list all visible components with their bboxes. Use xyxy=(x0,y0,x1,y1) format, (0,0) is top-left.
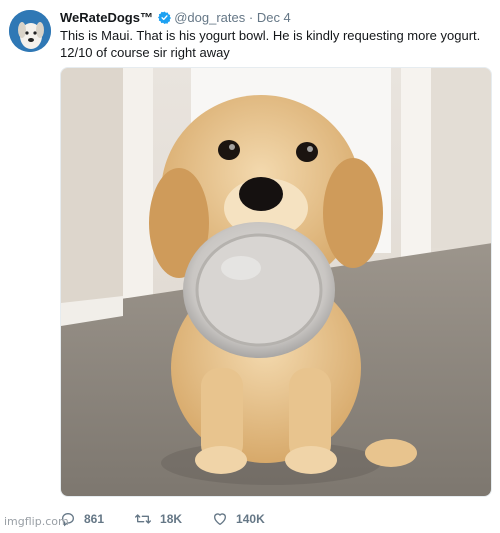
tweet-photo[interactable] xyxy=(60,67,492,497)
like-button[interactable]: 140K xyxy=(212,511,265,527)
reply-count: 861 xyxy=(84,512,105,526)
separator-dot: · xyxy=(248,10,254,25)
user-handle[interactable]: @dog_rates xyxy=(174,10,245,25)
display-name[interactable]: WeRateDogs™ xyxy=(60,10,153,25)
heart-icon xyxy=(214,513,227,525)
tweet-actions: 861 18K 140K xyxy=(60,509,295,529)
verified-badge-icon xyxy=(157,11,171,28)
imgflip-watermark: imgflip.com xyxy=(4,515,69,528)
puppy-photo xyxy=(61,68,491,496)
dog-avatar-icon xyxy=(9,10,51,52)
like-count: 140K xyxy=(236,512,265,526)
tweet-date[interactable]: Dec 4 xyxy=(257,10,291,25)
tweet-header: WeRateDogs™ @dog_rates · Dec 4 xyxy=(60,9,490,28)
retweet-button[interactable]: 18K xyxy=(134,511,182,527)
tweet-text: This is Maui. That is his yogurt bowl. H… xyxy=(60,28,481,60)
retweet-count: 18K xyxy=(160,512,183,526)
tweet: WeRateDogs™ @dog_rates · Dec 4 This is M… xyxy=(0,0,500,533)
avatar[interactable] xyxy=(9,10,51,52)
retweet-icon xyxy=(135,514,152,524)
